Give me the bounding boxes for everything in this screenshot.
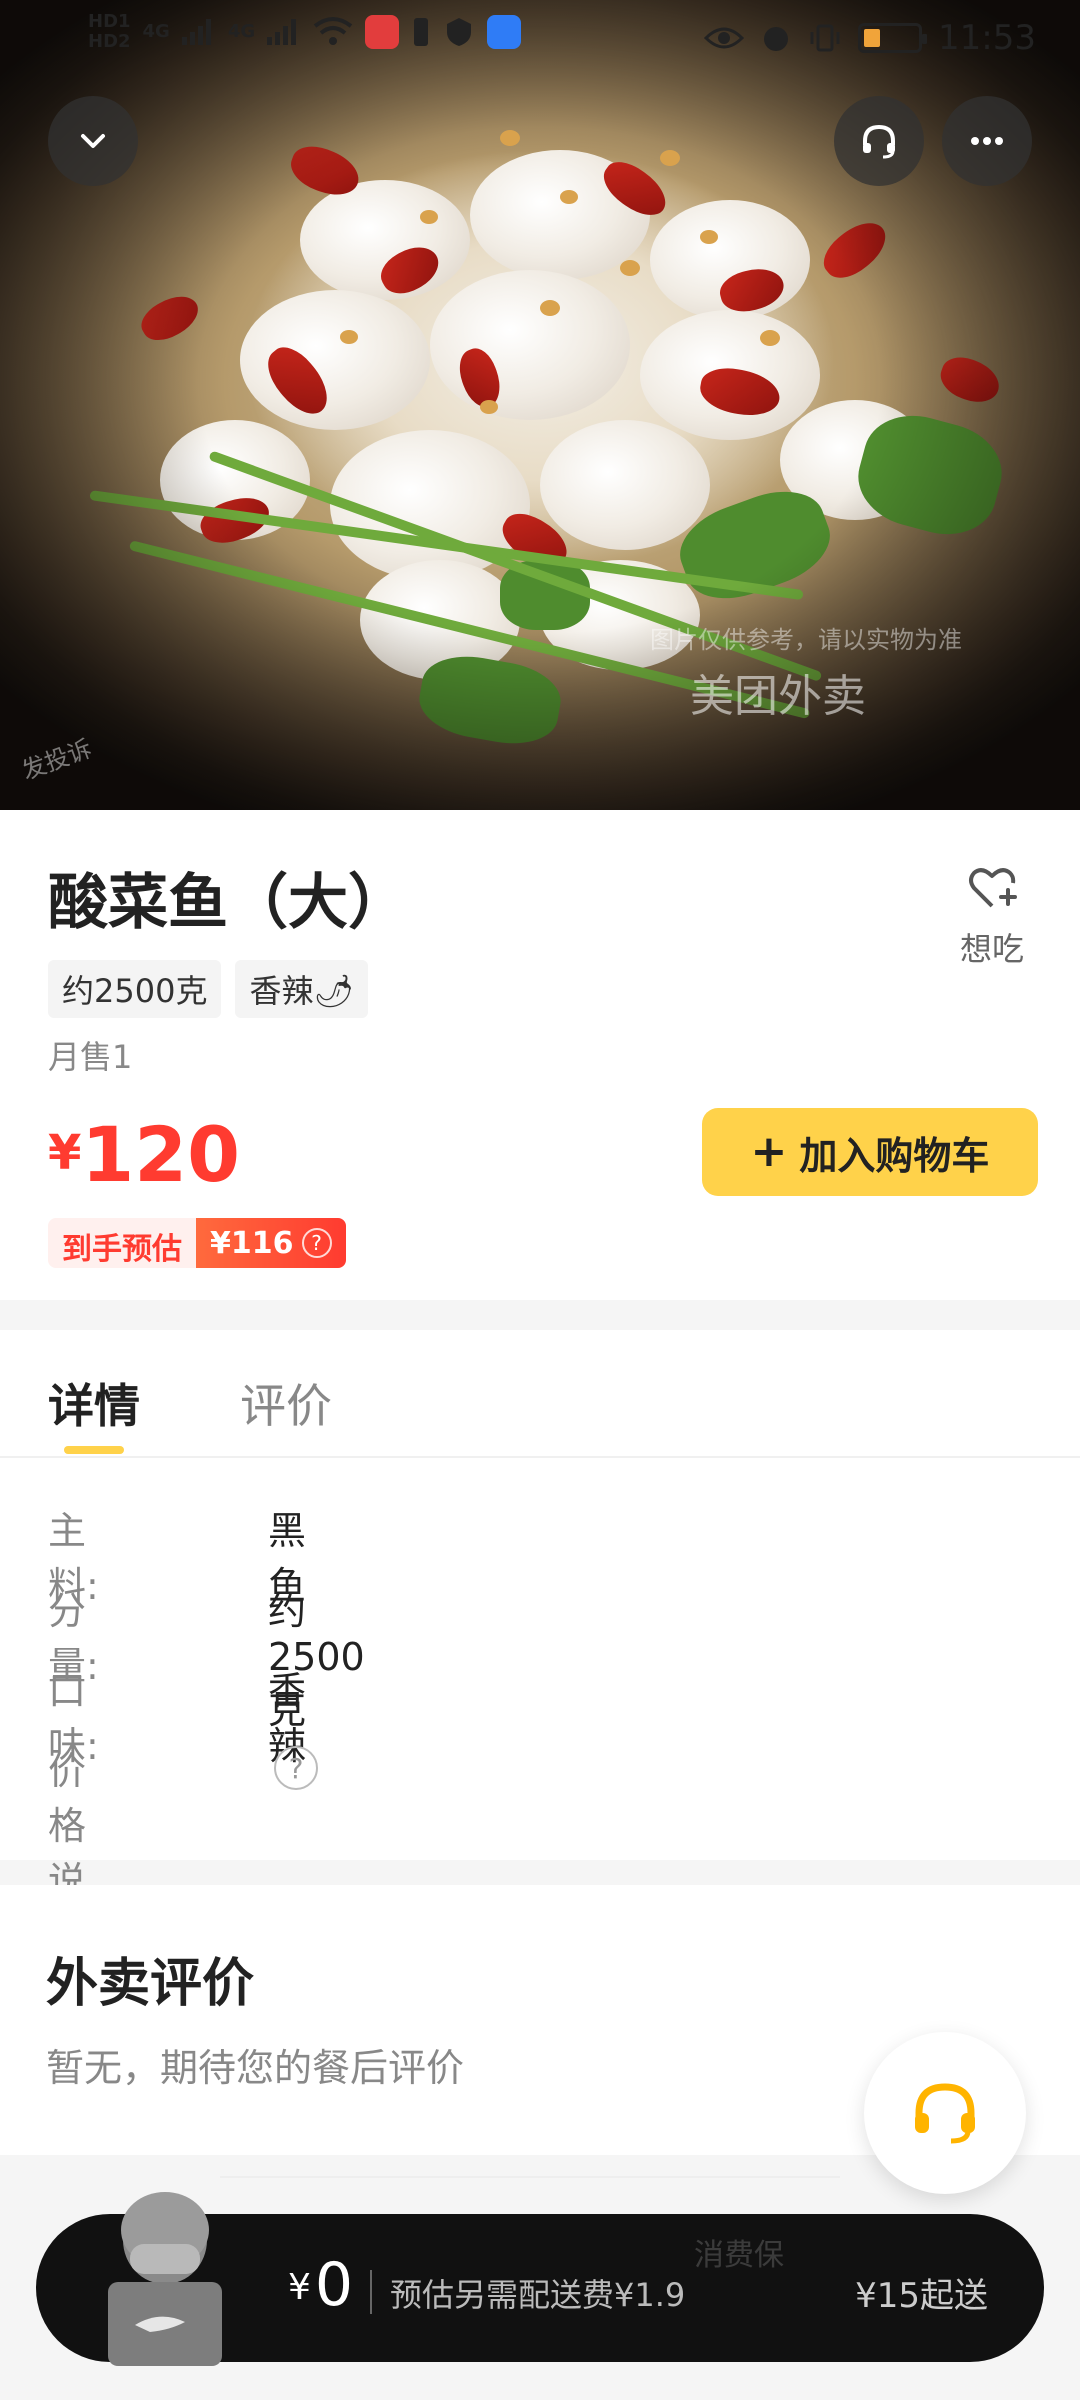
status-time: 11:53 [938,18,1036,58]
cart-divider [370,2270,372,2314]
estimated-price-badge[interactable]: 到手预估 ¥116 ? [48,1218,346,1268]
image-watermark-brand: 美团外卖 [690,671,866,722]
price-value: 120 [81,1110,241,1199]
status-bar: HD1 HD2 4G 4G 11:53 [0,0,1080,80]
vibrate-icon [810,24,840,52]
product-info-card: 酸菜鱼（大） 约2500克 香辣🌶 月售1 ¥120 到手预估 ¥116 ? 想… [0,810,1080,1300]
eye-icon [704,27,745,49]
plus-icon: + [750,1126,788,1177]
headset-icon [863,124,895,159]
image-watermark-note: 图片仅供参考，请以实物为准 [650,626,962,654]
app-notification-icon [365,15,400,49]
wifi-icon [313,17,353,45]
signal-1-icon [181,19,216,45]
bulb-app-icon [487,15,522,49]
shield-icon [447,18,472,46]
estimate-value: ¥116 [210,1225,294,1261]
tag-weight: 约2500克 [48,960,222,1018]
product-title: 酸菜鱼（大） [48,868,408,938]
hd2-label: HD2 [88,31,131,52]
detail-section: 详情 评价 主料: 黑鱼 分量: 约2500克 口味: 香辣 价格说明 ? [0,1330,1080,1958]
product-tags: 约2500克 香辣🌶 [48,960,369,1018]
status-right: 11:53 [704,18,1036,58]
customer-service-button[interactable] [834,96,924,186]
page: 美团外卖 图片仅供参考，请以实物为准 发投诉 HD1 HD2 4G 4G 11:… [0,0,1080,2400]
hd1-label: HD1 [88,11,131,32]
help-icon[interactable]: ? [274,1746,318,1790]
product-price: ¥120 [48,1110,240,1199]
more-button[interactable] [942,96,1032,186]
reviews-empty-text: 暂无，期待您的餐后评价 [46,2046,465,2090]
tab-detail[interactable]: 详情 [48,1370,140,1436]
sim-icon [414,18,429,46]
headset-icon [915,2083,975,2144]
courier-mascot-icon[interactable] [90,2170,240,2370]
tab-reviews[interactable]: 评价 [240,1370,332,1436]
active-tab-indicator [64,1446,124,1454]
add-to-cart-button[interactable]: + 加入购物车 [702,1108,1038,1196]
heart-plus-icon [969,868,1017,908]
tag-taste: 香辣🌶 [235,960,369,1018]
cart-total-value: 0 [314,2250,354,2320]
status-left: HD1 HD2 4G 4G [88,11,522,52]
back-button[interactable] [48,96,138,186]
cart-bar-watermark: 消费保 [694,2238,784,2273]
alarm-icon [764,27,789,51]
price-symbol: ¥ [48,1125,82,1181]
floating-service-button[interactable] [864,2032,1026,2194]
minimum-order-text: ¥15起送 [855,2276,988,2316]
delivery-fee-text: 预估另需配送费¥1.9 [390,2276,686,2314]
more-icon [971,137,1003,145]
cart-currency: ¥ [288,2267,311,2308]
network-1-label: 4G [142,21,170,42]
reviews-heading: 外卖评价 [46,1954,255,2014]
add-to-cart-label: 加入购物车 [799,1133,990,1178]
detail-tabs: 详情 评价 [0,1330,1080,1458]
cart-total: ¥0 [288,2250,353,2320]
signal-2-icon [267,19,301,45]
divider [220,2176,840,2178]
question-icon: ? [301,1228,332,1258]
network-2-label: 4G [227,21,256,42]
battery-icon [858,23,928,53]
chevron-down-icon [81,134,105,148]
favorite-label: 想吃 [959,930,1024,968]
favorite-button[interactable]: 想吃 [950,860,1034,970]
estimate-label: 到手预估 [48,1218,196,1268]
monthly-sales: 月售1 [48,1038,133,1076]
